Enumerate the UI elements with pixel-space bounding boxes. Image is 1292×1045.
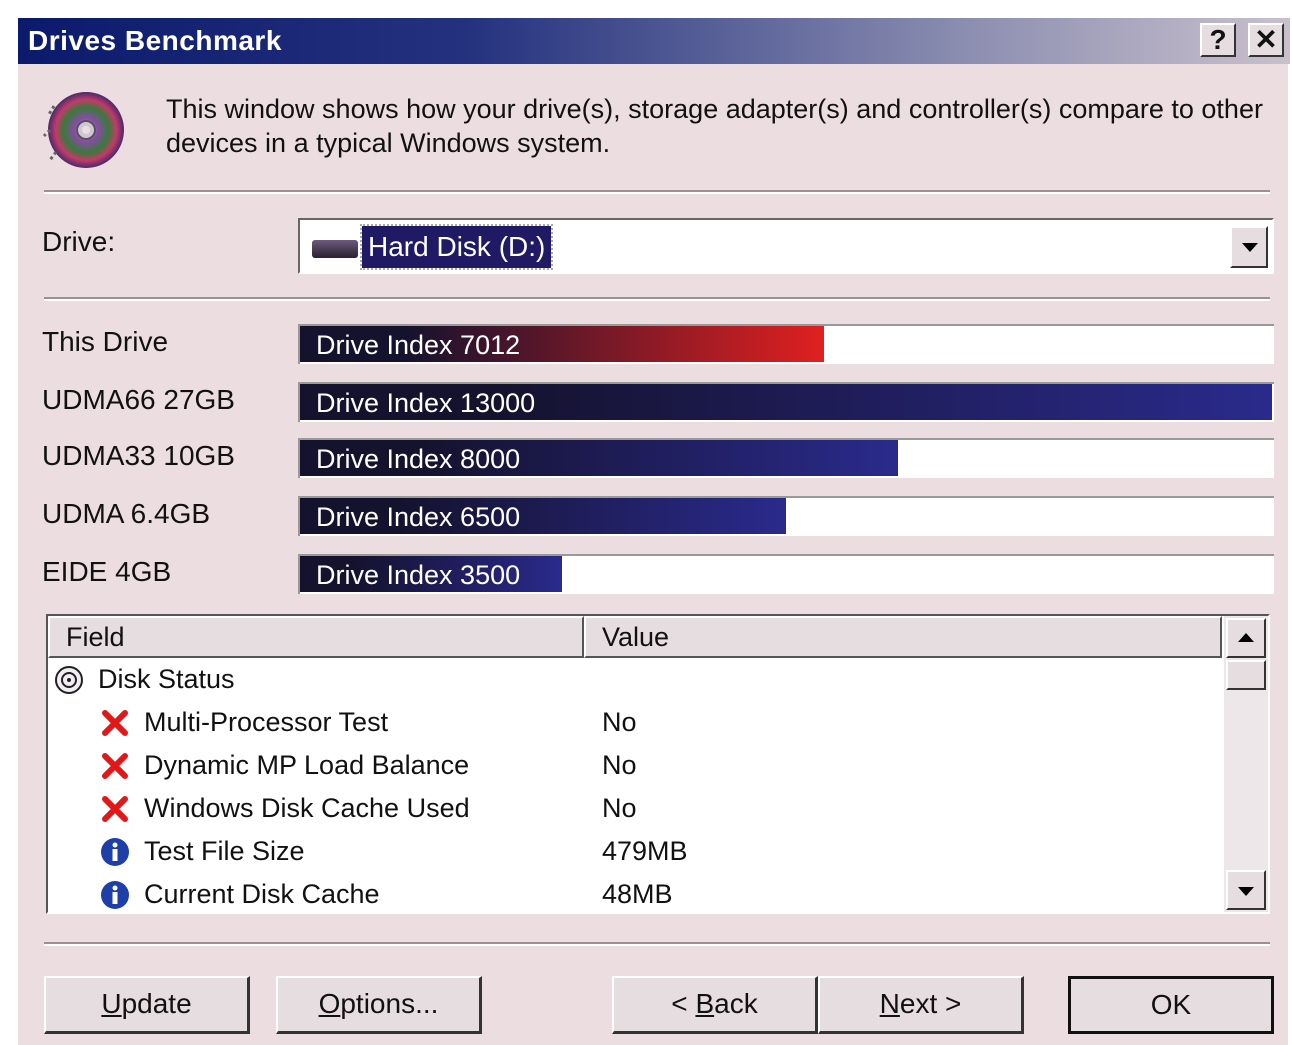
list-item[interactable]: Test File Size 479MB (48, 830, 1222, 873)
benchmark-label: EIDE 4GB (42, 556, 172, 587)
next-label: ext > (899, 988, 962, 1019)
benchmark-label: UDMA33 10GB (42, 440, 235, 471)
back-label: ack (714, 988, 758, 1019)
chevron-down-icon (1242, 243, 1258, 252)
red-x-icon (100, 708, 130, 738)
list-item[interactable]: Windows Disk Cache Used No (48, 787, 1222, 830)
update-label: pdate (121, 988, 192, 1019)
list-item-value: No (602, 750, 637, 780)
list-item[interactable]: Dynamic MP Load Balance No (48, 744, 1222, 787)
close-button[interactable]: ✕ (1248, 23, 1284, 57)
next-mnemonic: N (879, 988, 900, 1019)
benchmark-label: This Drive (42, 326, 169, 357)
list-item-value: 48MB (602, 879, 673, 909)
arrow-up-icon (1238, 633, 1254, 642)
benchmark-bar-track: Drive Index 3500 (298, 554, 1274, 594)
list-item-field: Current Disk Cache (144, 879, 380, 909)
list-item-value: No (602, 707, 637, 737)
benchmark-bar-track: Drive Index 7012 (298, 324, 1274, 364)
hard-disk-icon (312, 240, 358, 258)
list-item-field: Multi-Processor Test (144, 707, 389, 737)
drive-select-value: Hard Disk (D:) (359, 224, 554, 270)
benchmark-bar-track: Drive Index 6500 (298, 496, 1274, 536)
results-list[interactable]: Field Value Disk Status Multi-Processor T… (46, 614, 1270, 914)
benchmark-index-text: Drive Index 7012 (316, 330, 521, 360)
list-item-value: No (602, 793, 637, 823)
drive-label: Drive: (42, 226, 116, 257)
options-label: ptions... (340, 988, 439, 1019)
help-button[interactable]: ? (1200, 23, 1236, 57)
benchmark-row: UDMA33 10GB Drive Index 8000 (18, 438, 1290, 478)
red-x-icon (100, 751, 130, 781)
red-x-icon (100, 794, 130, 824)
scroll-up-button[interactable] (1226, 618, 1266, 658)
options-mnemonic: O (318, 988, 341, 1019)
benchmark-bar-track: Drive Index 8000 (298, 438, 1274, 478)
arrow-down-icon (1238, 887, 1254, 896)
ok-button[interactable]: OK (1068, 976, 1274, 1034)
next-button[interactable]: Next > (818, 976, 1024, 1034)
separator (44, 190, 1270, 194)
drives-benchmark-window: Drives Benchmark ? ✕ This window shows h… (16, 16, 1290, 1045)
disk-icon (54, 665, 84, 695)
benchmark-label: UDMA 6.4GB (42, 498, 211, 529)
benchmark-index-text: Drive Index 6500 (316, 502, 521, 532)
benchmark-bar-track: Drive Index 13000 (298, 382, 1274, 422)
benchmark-row: UDMA66 27GB Drive Index 13000 (18, 382, 1290, 422)
cd-disc-icon (42, 92, 124, 168)
benchmark-row: EIDE 4GB Drive Index 3500 (18, 554, 1290, 594)
drive-select[interactable]: Hard Disk (D:) (298, 218, 1274, 274)
column-header-value[interactable]: Value (584, 616, 1222, 658)
separator (44, 297, 1270, 301)
list-item-field: Windows Disk Cache Used (144, 793, 470, 823)
drive-dropdown-button[interactable] (1230, 226, 1268, 268)
back-button[interactable]: < Back (612, 976, 818, 1034)
list-item-field: Disk Status (98, 664, 235, 694)
benchmark-index-text: Drive Index 13000 (316, 388, 536, 418)
scroll-thumb[interactable] (1226, 660, 1266, 690)
options-button[interactable]: Options... (276, 976, 482, 1034)
list-item[interactable]: Disk Status (48, 658, 1222, 701)
list-item-field: Test File Size (144, 836, 305, 866)
column-header-field[interactable]: Field (48, 616, 584, 658)
list-item[interactable]: Multi-Processor Test No (48, 701, 1222, 744)
back-prefix: < (671, 988, 696, 1019)
window-title: Drives Benchmark (28, 25, 282, 56)
benchmark-row: UDMA 6.4GB Drive Index 6500 (18, 496, 1290, 536)
vertical-scrollbar[interactable] (1224, 616, 1268, 912)
title-bar[interactable]: Drives Benchmark ? ✕ (18, 18, 1290, 64)
benchmark-index-text: Drive Index 3500 (316, 560, 521, 590)
list-item-field: Dynamic MP Load Balance (144, 750, 470, 780)
update-mnemonic: U (101, 988, 122, 1019)
list-item[interactable]: Current Disk Cache 48MB (48, 873, 1222, 912)
benchmark-label: UDMA66 27GB (42, 384, 235, 415)
separator (44, 942, 1270, 946)
benchmark-row: This Drive Drive Index 7012 (18, 324, 1290, 364)
list-item-value: 479MB (602, 836, 688, 866)
benchmark-index-text: Drive Index 8000 (316, 444, 521, 474)
scroll-down-button[interactable] (1226, 870, 1266, 910)
info-icon (100, 880, 130, 910)
back-mnemonic: B (695, 988, 715, 1019)
description-text: This window shows how your drive(s), sto… (166, 94, 1263, 158)
update-button[interactable]: Update (44, 976, 250, 1034)
info-icon (100, 837, 130, 867)
